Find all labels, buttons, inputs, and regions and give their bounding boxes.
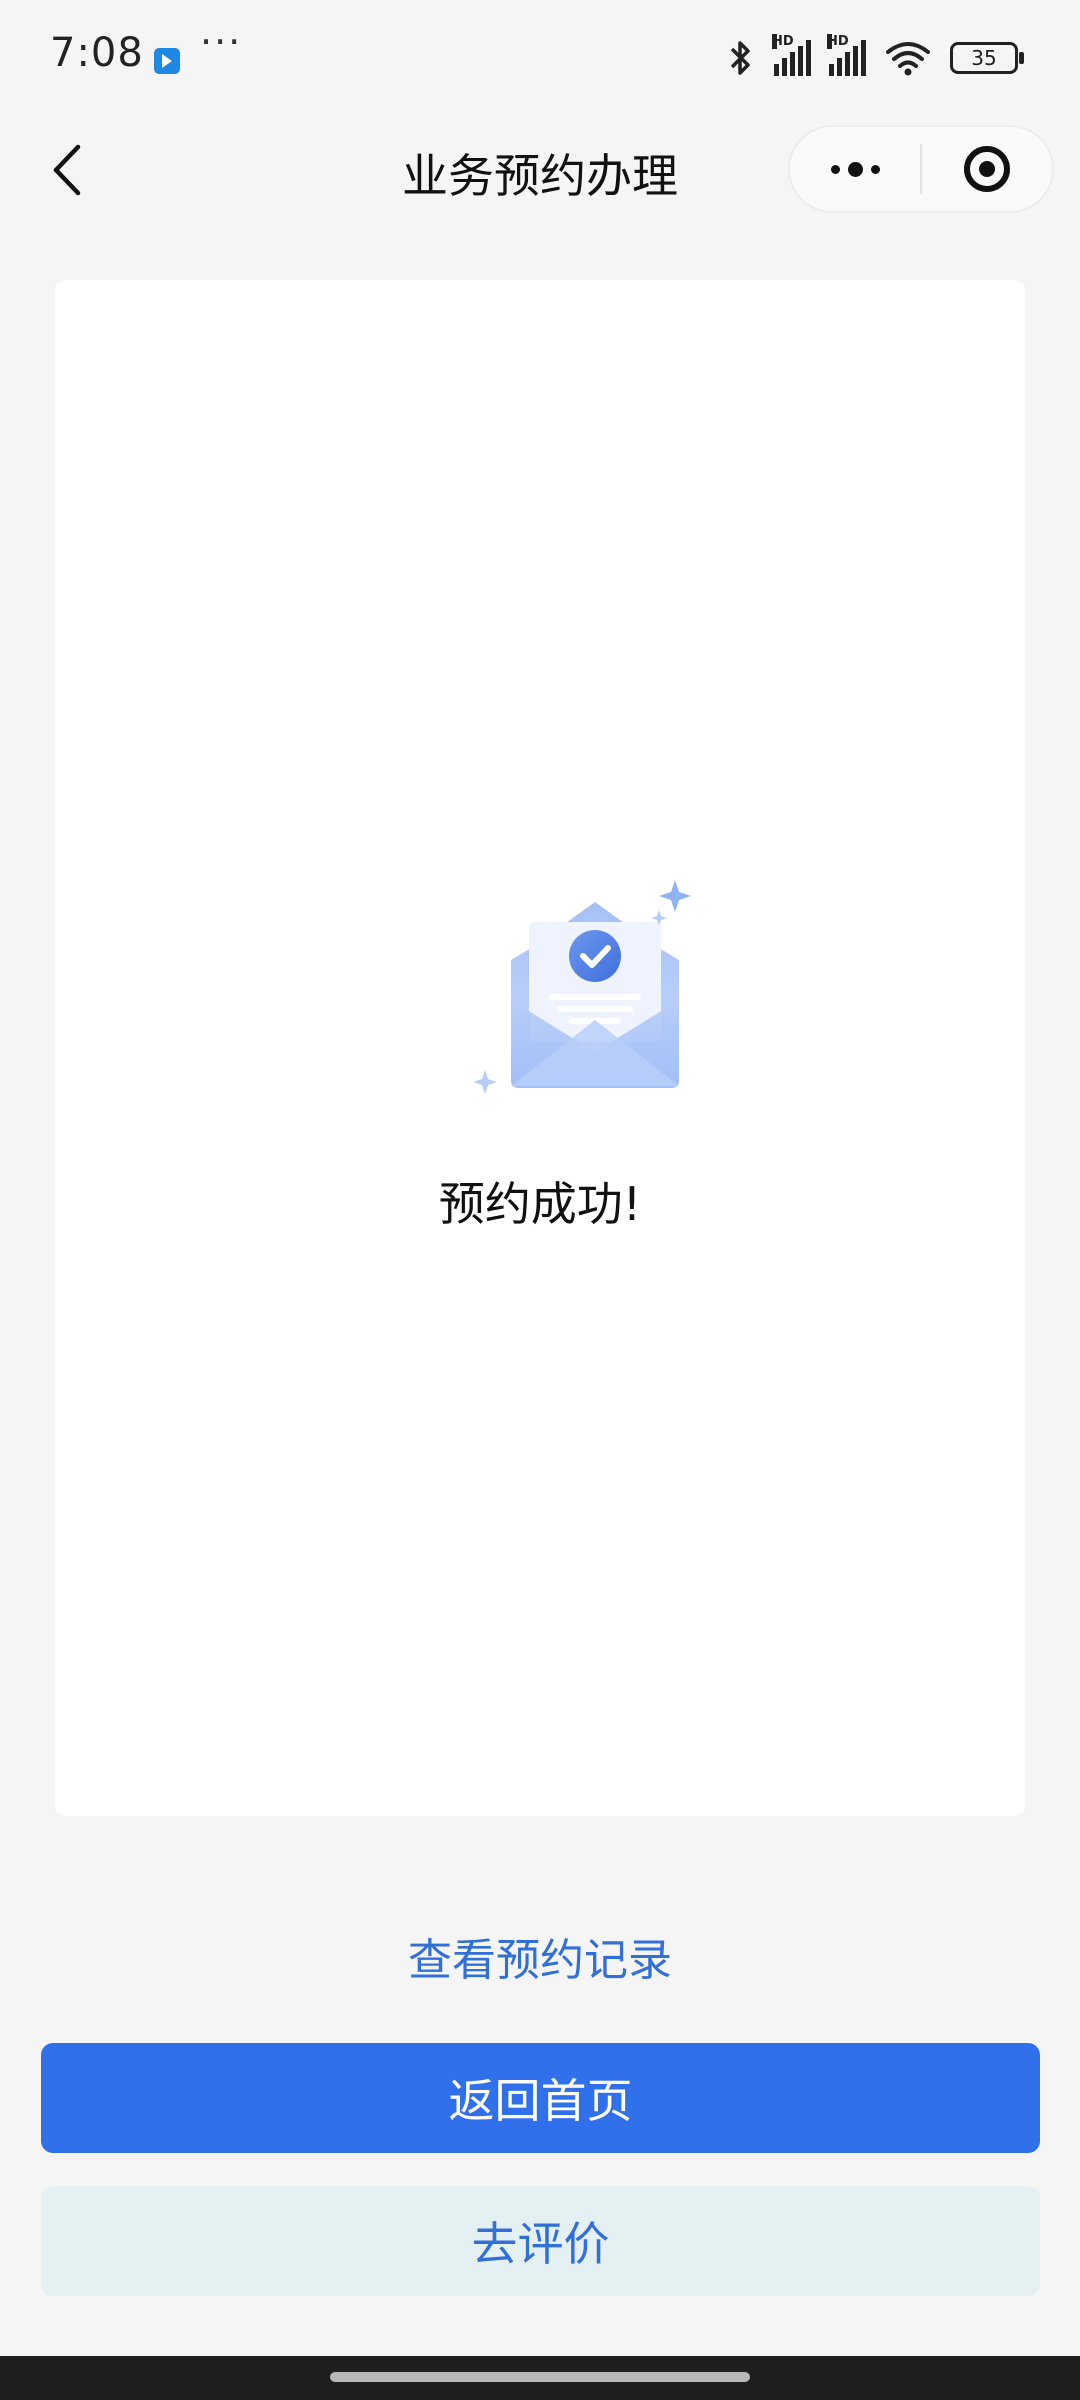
- more-dots-icon[interactable]: [790, 127, 920, 211]
- envelope-check-icon: [475, 880, 691, 1094]
- nav-bar: 业务预约办理: [0, 120, 1080, 220]
- status-icons: HD HD 35: [724, 34, 1024, 78]
- view-records-link[interactable]: 查看预约记录: [0, 1924, 1080, 1988]
- home-indicator[interactable]: [330, 2372, 750, 2382]
- signal-icon: HD: [827, 34, 866, 76]
- status-time: 7:08: [50, 30, 144, 76]
- rate-button[interactable]: 去评价: [41, 2186, 1040, 2296]
- close-target-icon[interactable]: [922, 127, 1052, 211]
- gesture-area: [0, 2356, 1080, 2400]
- notification-app-icon: [154, 48, 180, 74]
- success-message: 预约成功!: [438, 1177, 642, 1231]
- signal-icon: HD: [772, 34, 811, 76]
- bluetooth-icon: [730, 41, 750, 75]
- result-card: 预约成功!: [55, 280, 1025, 1816]
- status-more-icon: ···: [200, 20, 243, 64]
- return-home-button[interactable]: 返回首页: [41, 2043, 1040, 2153]
- battery-icon: 35: [950, 42, 1024, 74]
- mini-program-capsule: [788, 125, 1054, 213]
- wifi-icon: [886, 42, 930, 76]
- status-bar: 7:08 ··· HD HD 35: [0, 0, 1080, 120]
